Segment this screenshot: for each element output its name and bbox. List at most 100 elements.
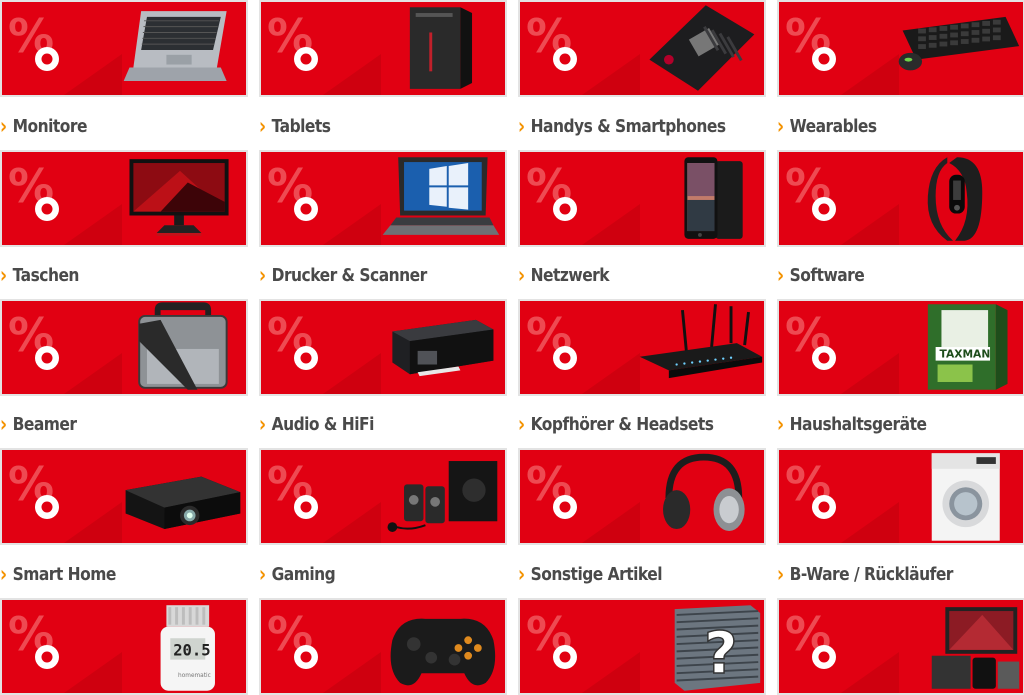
sale-banner: % 20.5 homematic (2, 600, 246, 693)
category-tile[interactable]: % TAXMAN (777, 299, 1024, 396)
category-link[interactable]: › Monitore (0, 111, 213, 141)
category-tile[interactable]: % (777, 150, 1024, 247)
tablet-keyboard-icon (382, 157, 500, 235)
category-link[interactable]: › Taschen (0, 260, 213, 290)
router-icon (639, 304, 763, 379)
category-link[interactable]: › Tablets (259, 111, 472, 141)
category-label: Drucker & Scanner (271, 264, 428, 286)
percent-badge-icon: % (526, 159, 640, 245)
category-tile[interactable]: % 20.5 homematic (0, 598, 248, 695)
chevron-right-icon: › (777, 261, 784, 289)
category-tile[interactable]: % (259, 598, 507, 695)
sale-banner: % (779, 600, 1023, 693)
category-label: Sonstige Artikel (530, 563, 663, 585)
category-link[interactable]: › Gaming (259, 559, 472, 589)
category-label: Wearables (789, 115, 878, 137)
percent-badge-icon: % (526, 9, 640, 95)
sale-banner: % (261, 600, 505, 693)
percent-badge-icon: % (8, 159, 122, 245)
pc-tower-icon (409, 7, 473, 89)
category-tile[interactable]: % (0, 448, 248, 545)
sale-banner: % (2, 2, 246, 95)
sale-banner: % (520, 2, 764, 95)
category-link[interactable]: › B-Ware / Rückläufer (777, 559, 990, 589)
printer-icon (392, 319, 494, 377)
percent-badge-icon: % (267, 607, 381, 693)
percent-badge-icon: % (785, 159, 899, 245)
category-link[interactable]: › Software (777, 260, 990, 290)
category-tile[interactable]: % (777, 598, 1024, 695)
category-tile[interactable]: % (259, 299, 507, 396)
category-tile[interactable]: % ? (518, 598, 766, 695)
category-tile[interactable]: % (518, 150, 766, 247)
category-tile[interactable]: % (0, 150, 248, 247)
category-link[interactable]: › Haushaltsgeräte (777, 409, 990, 439)
category-label: Netzwerk (530, 264, 610, 286)
category-tile[interactable]: % (777, 0, 1024, 97)
sale-banner: % (2, 450, 246, 543)
chevron-right-icon: › (0, 261, 7, 289)
category-label: Audio & HiFi (271, 413, 375, 435)
sale-banner: % ? (520, 600, 764, 693)
percent-badge-icon: % (8, 308, 122, 394)
percent-badge-icon: % (267, 159, 381, 245)
chevron-right-icon: › (259, 560, 266, 588)
sale-banner: % (261, 152, 505, 245)
chevron-right-icon: › (259, 261, 266, 289)
bag-icon (138, 302, 228, 390)
chevron-right-icon: › (518, 112, 525, 140)
category-link[interactable]: › Smart Home (0, 559, 213, 589)
sale-banner: % (520, 152, 764, 245)
chevron-right-icon: › (518, 410, 525, 438)
category-tile[interactable]: % (0, 0, 248, 97)
percent-badge-icon: % (8, 9, 122, 95)
category-tile[interactable]: % (259, 448, 507, 545)
chevron-right-icon: › (518, 261, 525, 289)
chevron-right-icon: › (777, 112, 784, 140)
bware-products-icon (931, 607, 1020, 689)
percent-badge-icon: % (526, 607, 640, 693)
category-link[interactable]: › Audio & HiFi (259, 409, 472, 439)
sale-banner: % (779, 152, 1023, 245)
category-link[interactable]: › Kopfhörer & Headsets (518, 409, 731, 439)
category-link[interactable]: › Sonstige Artikel (518, 559, 731, 589)
category-link[interactable]: › Netzwerk (518, 260, 731, 290)
projector-icon (125, 476, 241, 530)
chevron-right-icon: › (0, 112, 7, 140)
category-tile[interactable]: % (259, 150, 507, 247)
category-link[interactable]: › Drucker & Scanner (259, 260, 472, 290)
monitor-icon (129, 159, 229, 236)
category-tile[interactable]: % (518, 299, 766, 396)
motherboard-icon (649, 5, 755, 91)
category-label: Tablets (271, 115, 331, 137)
sale-banner: % (261, 2, 505, 95)
category-tile[interactable]: % (0, 299, 248, 396)
mystery-box-icon: ? (674, 605, 761, 691)
chevron-right-icon: › (259, 112, 266, 140)
category-label: Beamer (12, 413, 77, 435)
category-link[interactable]: › Beamer (0, 409, 213, 439)
category-tile[interactable]: % (259, 0, 507, 97)
sale-banner: % (520, 450, 764, 543)
mystery-question-mark: ? (704, 619, 738, 687)
category-link[interactable]: › Handys & Smartphones (518, 111, 731, 141)
keyboard-mouse-icon (898, 16, 1020, 71)
sale-banner: % (520, 301, 764, 394)
category-tile[interactable]: % (777, 448, 1024, 545)
software-box-icon: TAXMAN (927, 304, 1008, 390)
sale-banner: % (261, 301, 505, 394)
category-tile[interactable]: % (518, 0, 766, 97)
chevron-right-icon: › (259, 410, 266, 438)
sale-banner: % (261, 450, 505, 543)
sale-banner: % TAXMAN (779, 301, 1023, 394)
svg-text:TAXMAN: TAXMAN (940, 348, 991, 361)
percent-badge-icon: % (526, 308, 640, 394)
category-label: Kopfhörer & Headsets (530, 413, 714, 435)
category-grid: % % % % % % % % % % % % TAXMAN % % % % %… (0, 0, 1024, 695)
category-link[interactable]: › Wearables (777, 111, 990, 141)
category-label: Monitore (12, 115, 88, 137)
chevron-right-icon: › (0, 560, 7, 588)
svg-text:homematic: homematic (178, 673, 211, 679)
category-tile[interactable]: % (518, 448, 766, 545)
chevron-right-icon: › (777, 410, 784, 438)
